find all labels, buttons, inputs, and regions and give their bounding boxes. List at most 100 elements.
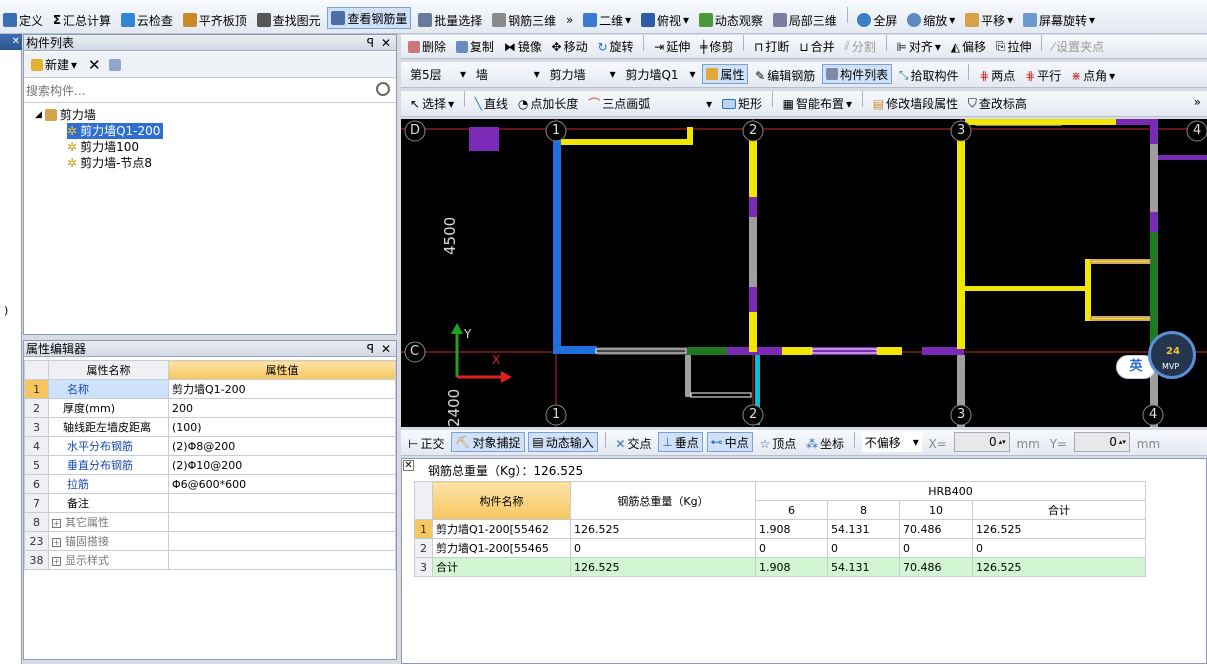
property-row[interactable]: 5 垂直分布钢筋 (2)Φ10@200: [24, 455, 396, 475]
floor-dropdown[interactable]: 第5层 ▾: [407, 64, 469, 84]
close-icon[interactable]: ✕: [381, 35, 391, 51]
view-2d-dropdown[interactable]: 二维 ▾: [580, 7, 634, 33]
fullscreen-button[interactable]: 全屏: [854, 7, 900, 33]
new-component-button[interactable]: 新建 ▾: [28, 56, 80, 74]
parallel-button[interactable]: ⋕ 平行: [1022, 64, 1064, 87]
offset-mode-dropdown[interactable]: 不偏移 ▾: [861, 432, 922, 452]
property-row[interactable]: 2 厚度(mm) 200: [24, 398, 396, 418]
tree-item[interactable]: ✲ 剪力墙Q1-200: [67, 123, 164, 139]
pin-icon[interactable]: ꟼ: [367, 35, 374, 51]
expand-icon[interactable]: ◢: [35, 107, 42, 123]
partial-3d-button[interactable]: 局部三维: [770, 7, 840, 33]
coordinate-snap[interactable]: ⁂ 坐标: [803, 432, 847, 455]
point-length-button[interactable]: ◔ 点加长度: [515, 91, 582, 116]
split-button[interactable]: ⫽ 分割: [841, 35, 878, 58]
delete-button[interactable]: 删除: [405, 35, 449, 58]
close-icon[interactable]: ✕: [403, 460, 414, 471]
properties-toggle[interactable]: 属性: [702, 64, 749, 84]
tree-item[interactable]: ✲ 剪力墙-节点8: [67, 155, 152, 171]
move-button[interactable]: ✥ 移动: [549, 35, 591, 58]
break-button[interactable]: ⊓ 打断: [751, 35, 792, 58]
dynamic-input-toggle[interactable]: ▤ 动态输入: [528, 432, 598, 452]
two-point-button[interactable]: ⋕ 两点: [976, 64, 1018, 87]
top-view-dropdown[interactable]: 俯视 ▾: [638, 7, 692, 33]
close-icon[interactable]: ✕: [381, 341, 391, 357]
expand-plus-icon[interactable]: +: [52, 557, 61, 566]
trim-button[interactable]: ╪ 修剪: [697, 35, 736, 58]
expand-plus-icon[interactable]: +: [52, 519, 61, 528]
intersection-snap[interactable]: ✕ 交点: [612, 432, 654, 455]
component-list-toggle[interactable]: 构件列表: [822, 64, 893, 84]
modify-wall-segment-button[interactable]: ▤ 修改墙段属性: [870, 91, 961, 116]
overflow-chevron-icon[interactable]: »: [1194, 95, 1201, 109]
find-element-button[interactable]: 查找图元: [254, 7, 324, 33]
object-snap-toggle[interactable]: ⛏ 对象捕捉: [451, 432, 525, 452]
rebar-3d-button[interactable]: 钢筋三维: [489, 7, 559, 33]
copy-button[interactable]: 复制: [453, 35, 497, 58]
stretch-button[interactable]: ⎘ 拉伸: [993, 35, 1035, 58]
line-button[interactable]: ╲ 直线: [472, 91, 511, 116]
batch-select-button[interactable]: 批量选择: [415, 7, 485, 33]
set-grip-button[interactable]: ⁄ 设置夹点: [1049, 35, 1107, 58]
check-elevation-button[interactable]: ⛉ 查改标高: [965, 91, 1030, 116]
property-row[interactable]: 6 拉筋 Φ6@600*600: [24, 474, 396, 494]
copy-icon[interactable]: [108, 58, 121, 71]
zoom-dropdown[interactable]: 缩放 ▾: [904, 7, 958, 33]
search-icon[interactable]: [376, 82, 390, 96]
overflow-chevron-icon[interactable]: »: [563, 7, 576, 33]
cloud-check-button[interactable]: 云检查: [118, 7, 176, 33]
property-group-row[interactable]: 23 + 锚固搭接: [24, 531, 396, 551]
pin-icon[interactable]: ꟼ: [367, 341, 374, 357]
ortho-icon: ⊢: [408, 436, 419, 451]
perpendicular-snap[interactable]: ⊥ 垂点: [658, 432, 703, 452]
align-dropdown[interactable]: ⊫ 对齐 ▾: [893, 35, 944, 58]
mirror-button[interactable]: ⧓ 镜像: [501, 35, 545, 58]
table-row[interactable]: 1 剪力墙Q1-200[55462 126.525 1.908 54.131 7…: [414, 519, 1146, 539]
merge-button[interactable]: ⊔ 合并: [796, 35, 837, 58]
search-input[interactable]: [26, 81, 368, 101]
select-dropdown[interactable]: ↖ 选择 ▾: [407, 91, 457, 116]
pick-component-button[interactable]: ⤡ 拾取构件: [896, 64, 962, 87]
pan-dropdown[interactable]: 平移 ▾: [962, 7, 1016, 33]
define-button[interactable]: 定义: [0, 7, 46, 33]
property-row[interactable]: 7 备注: [24, 493, 396, 513]
drawing-canvas[interactable]: D C 1 1 2 2 3 3 4 4 4500 2400 Y X 英 24 M…: [401, 119, 1207, 427]
view-rebar-qty-button[interactable]: 查看钢筋量: [327, 7, 412, 29]
extend-button[interactable]: ⇥ 延伸: [651, 35, 693, 58]
vertex-snap[interactable]: ☆ 顶点: [756, 432, 799, 455]
y-input[interactable]: 0 ▴▾: [1073, 432, 1130, 452]
avatar[interactable]: 24 MVP: [1148, 331, 1196, 379]
component-list-panel: 构件列表 ꟼ ✕ 新建▾ ✕ ◢剪力墙 ✲剪力墙Q1-200 ✲剪力墙100 ✲…: [23, 34, 397, 335]
smart-layout-dropdown[interactable]: ▦ 智能布置 ▾: [780, 91, 855, 116]
three-point-arc-button[interactable]: ⌒ 三点画弧 ▾: [585, 91, 715, 116]
offset-button[interactable]: ◭ 偏移: [948, 35, 989, 58]
expand-plus-icon[interactable]: +: [52, 538, 61, 547]
point-angle-dropdown[interactable]: ⋇ 点角 ▾: [1068, 64, 1118, 87]
dynamic-observe-button[interactable]: 动态观察: [696, 7, 766, 33]
property-row[interactable]: 1 名称 剪力墙Q1-200: [24, 379, 396, 399]
drawing-svg[interactable]: [401, 119, 1207, 427]
collapse-icon[interactable]: ✕: [0, 34, 22, 50]
property-row[interactable]: 4 水平分布钢筋 (2)Φ8@200: [24, 436, 396, 456]
x-input[interactable]: 0 ▴▾: [953, 432, 1010, 452]
midpoint-snap[interactable]: ⊷ 中点: [706, 432, 753, 452]
edit-rebar-button[interactable]: ✎ 编辑钢筋: [752, 64, 818, 87]
type-dropdown[interactable]: 墙 ▾: [473, 64, 543, 84]
property-group-row[interactable]: 38 + 显示样式: [24, 550, 396, 570]
summary-calc-button[interactable]: Σ 汇总计算: [50, 7, 114, 33]
tree-root[interactable]: ◢ 剪力墙: [35, 107, 96, 123]
ortho-toggle[interactable]: ⊢ 正交: [405, 432, 447, 455]
screen-rotate-dropdown[interactable]: 屏幕旋转 ▾: [1020, 7, 1098, 33]
point-length-icon: ◔: [517, 96, 529, 111]
property-group-row[interactable]: 8 + 其它属性: [24, 512, 396, 532]
table-row-total[interactable]: 3 合计 126.525 1.908 54.131 70.486 126.525: [414, 557, 1146, 577]
property-row[interactable]: 3 轴线距左墙皮距离 (100): [24, 417, 396, 437]
rotate-button[interactable]: ↻ 旋转: [594, 35, 636, 58]
rectangle-button[interactable]: 矩形: [719, 91, 765, 116]
subtype-dropdown[interactable]: 剪力墙 ▾: [547, 64, 619, 84]
align-slab-top-button[interactable]: 平齐板顶: [180, 7, 250, 33]
delete-icon[interactable]: ✕: [88, 56, 101, 74]
tree-item[interactable]: ✲ 剪力墙100: [67, 139, 139, 155]
table-row[interactable]: 2 剪力墙Q1-200[55465 0 0 0 0 0: [414, 538, 1146, 558]
component-dropdown[interactable]: 剪力墙Q1 ▾: [622, 64, 698, 84]
